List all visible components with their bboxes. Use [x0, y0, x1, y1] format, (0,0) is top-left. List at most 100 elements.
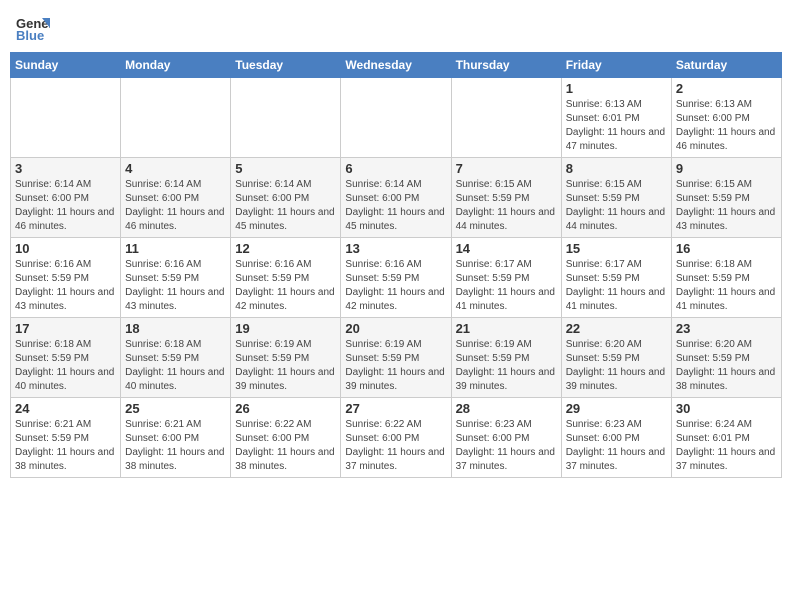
day-info: Sunrise: 6:14 AMSunset: 6:00 PMDaylight:…	[125, 178, 226, 234]
empty-cell	[341, 78, 451, 158]
day-cell-14: 14 Sunrise: 6:17 AMSunset: 5:59 PMDayligh…	[451, 238, 561, 318]
day-info: Sunrise: 6:17 AMSunset: 5:59 PMDaylight:…	[566, 258, 667, 314]
weekday-header-tuesday: Tuesday	[231, 53, 341, 78]
day-cell-23: 23 Sunrise: 6:20 AMSunset: 5:59 PMDayligh…	[671, 318, 781, 398]
day-info: Sunrise: 6:21 AMSunset: 6:00 PMDaylight:…	[125, 418, 226, 474]
empty-cell	[121, 78, 231, 158]
day-cell-26: 26Sunrise: 6:22 AMSunset: 6:00 PMDayligh…	[231, 398, 341, 478]
day-number: 12	[235, 241, 336, 256]
day-number: 23	[676, 321, 777, 336]
page-header: General Blue	[10, 10, 782, 46]
day-number: 25	[125, 401, 226, 416]
calendar-table: SundayMondayTuesdayWednesdayThursdayFrid…	[10, 52, 782, 478]
day-info: Sunrise: 6:22 AMSunset: 6:00 PMDaylight:…	[345, 418, 446, 474]
day-number: 9	[676, 161, 777, 176]
day-cell-15: 15 Sunrise: 6:17 AMSunset: 5:59 PMDayligh…	[561, 238, 671, 318]
day-cell-17: 17 Sunrise: 6:18 AMSunset: 5:59 PMDayligh…	[11, 318, 121, 398]
week-row-5: 24 Sunrise: 6:21 AMSunset: 5:59 PMDayligh…	[11, 398, 782, 478]
day-number: 15	[566, 241, 667, 256]
day-cell-27: 27 Sunrise: 6:22 AMSunset: 6:00 PMDayligh…	[341, 398, 451, 478]
day-cell-18: 18 Sunrise: 6:18 AMSunset: 5:59 PMDayligh…	[121, 318, 231, 398]
day-info: Sunrise: 6:20 AMSunset: 5:59 PMDaylight:…	[676, 338, 777, 394]
day-number: 6	[345, 161, 446, 176]
day-number: 7	[456, 161, 557, 176]
day-cell-13: 13Sunrise: 6:16 AMSunset: 5:59 PMDayligh…	[341, 238, 451, 318]
day-cell-4: 4 Sunrise: 6:14 AMSunset: 6:00 PMDaylight…	[121, 158, 231, 238]
day-number: 26	[235, 401, 336, 416]
day-number: 11	[125, 241, 226, 256]
day-info: Sunrise: 6:19 AMSunset: 5:59 PMDaylight:…	[345, 338, 446, 394]
weekday-header-saturday: Saturday	[671, 53, 781, 78]
day-number: 20	[345, 321, 446, 336]
week-row-3: 10 Sunrise: 6:16 AMSunset: 5:59 PMDayligh…	[11, 238, 782, 318]
day-number: 17	[15, 321, 116, 336]
day-number: 27	[345, 401, 446, 416]
day-number: 18	[125, 321, 226, 336]
day-cell-21: 21Sunrise: 6:19 AMSunset: 5:59 PMDayligh…	[451, 318, 561, 398]
day-info: Sunrise: 6:15 AMSunset: 5:59 PMDaylight:…	[566, 178, 667, 234]
day-number: 22	[566, 321, 667, 336]
day-number: 19	[235, 321, 336, 336]
day-cell-11: 11 Sunrise: 6:16 AMSunset: 5:59 PMDayligh…	[121, 238, 231, 318]
day-info: Sunrise: 6:16 AMSunset: 5:59 PMDaylight:…	[235, 258, 336, 314]
day-info: Sunrise: 6:19 AMSunset: 5:59 PMDaylight:…	[456, 338, 557, 394]
day-cell-20: 20 Sunrise: 6:19 AMSunset: 5:59 PMDayligh…	[341, 318, 451, 398]
week-row-2: 3 Sunrise: 6:14 AMSunset: 6:00 PMDaylight…	[11, 158, 782, 238]
day-cell-16: 16 Sunrise: 6:18 AMSunset: 5:59 PMDayligh…	[671, 238, 781, 318]
day-number: 28	[456, 401, 557, 416]
day-info: Sunrise: 6:13 AMSunset: 6:00 PMDaylight:…	[676, 98, 777, 154]
day-info: Sunrise: 6:18 AMSunset: 5:59 PMDaylight:…	[125, 338, 226, 394]
day-info: Sunrise: 6:14 AMSunset: 6:00 PMDaylight:…	[235, 178, 336, 234]
day-number: 1	[566, 81, 667, 96]
day-cell-7: 7 Sunrise: 6:15 AMSunset: 5:59 PMDaylight…	[451, 158, 561, 238]
empty-cell	[451, 78, 561, 158]
day-cell-30: 30Sunrise: 6:24 AMSunset: 6:01 PMDayligh…	[671, 398, 781, 478]
logo: General Blue	[14, 10, 50, 46]
day-number: 29	[566, 401, 667, 416]
day-number: 2	[676, 81, 777, 96]
day-info: Sunrise: 6:15 AMSunset: 5:59 PMDaylight:…	[676, 178, 777, 234]
day-cell-5: 5 Sunrise: 6:14 AMSunset: 6:00 PMDaylight…	[231, 158, 341, 238]
day-number: 16	[676, 241, 777, 256]
day-info: Sunrise: 6:19 AMSunset: 5:59 PMDaylight:…	[235, 338, 336, 394]
day-info: Sunrise: 6:21 AMSunset: 5:59 PMDaylight:…	[15, 418, 116, 474]
day-info: Sunrise: 6:13 AMSunset: 6:01 PMDaylight:…	[566, 98, 667, 154]
day-cell-3: 3 Sunrise: 6:14 AMSunset: 6:00 PMDaylight…	[11, 158, 121, 238]
day-number: 4	[125, 161, 226, 176]
day-number: 24	[15, 401, 116, 416]
day-number: 10	[15, 241, 116, 256]
day-info: Sunrise: 6:14 AMSunset: 6:00 PMDaylight:…	[345, 178, 446, 234]
day-info: Sunrise: 6:15 AMSunset: 5:59 PMDaylight:…	[456, 178, 557, 234]
day-info: Sunrise: 6:17 AMSunset: 5:59 PMDaylight:…	[456, 258, 557, 314]
day-info: Sunrise: 6:16 AMSunset: 5:59 PMDaylight:…	[125, 258, 226, 314]
day-cell-1: 1 Sunrise: 6:13 AMSunset: 6:01 PMDaylight…	[561, 78, 671, 158]
day-cell-28: 28 Sunrise: 6:23 AMSunset: 6:00 PMDayligh…	[451, 398, 561, 478]
day-cell-12: 12 Sunrise: 6:16 AMSunset: 5:59 PMDayligh…	[231, 238, 341, 318]
day-cell-29: 29Sunrise: 6:23 AMSunset: 6:00 PMDayligh…	[561, 398, 671, 478]
day-cell-24: 24 Sunrise: 6:21 AMSunset: 5:59 PMDayligh…	[11, 398, 121, 478]
day-number: 8	[566, 161, 667, 176]
day-info: Sunrise: 6:24 AMSunset: 6:01 PMDaylight:…	[676, 418, 777, 474]
weekday-header-thursday: Thursday	[451, 53, 561, 78]
empty-cell	[11, 78, 121, 158]
day-info: Sunrise: 6:16 AMSunset: 5:59 PMDaylight:…	[15, 258, 116, 314]
day-info: Sunrise: 6:18 AMSunset: 5:59 PMDaylight:…	[676, 258, 777, 314]
day-info: Sunrise: 6:16 AMSunset: 5:59 PMDaylight:…	[345, 258, 446, 314]
day-number: 3	[15, 161, 116, 176]
weekday-header-row: SundayMondayTuesdayWednesdayThursdayFrid…	[11, 53, 782, 78]
day-number: 14	[456, 241, 557, 256]
day-cell-2: 2 Sunrise: 6:13 AMSunset: 6:00 PMDaylight…	[671, 78, 781, 158]
day-info: Sunrise: 6:20 AMSunset: 5:59 PMDaylight:…	[566, 338, 667, 394]
day-cell-6: 6 Sunrise: 6:14 AMSunset: 6:00 PMDaylight…	[341, 158, 451, 238]
weekday-header-monday: Monday	[121, 53, 231, 78]
day-number: 5	[235, 161, 336, 176]
day-info: Sunrise: 6:23 AMSunset: 6:00 PMDaylight:…	[456, 418, 557, 474]
day-cell-9: 9 Sunrise: 6:15 AMSunset: 5:59 PMDaylight…	[671, 158, 781, 238]
empty-cell	[231, 78, 341, 158]
day-info: Sunrise: 6:14 AMSunset: 6:00 PMDaylight:…	[15, 178, 116, 234]
day-info: Sunrise: 6:18 AMSunset: 5:59 PMDaylight:…	[15, 338, 116, 394]
weekday-header-sunday: Sunday	[11, 53, 121, 78]
day-cell-8: 8 Sunrise: 6:15 AMSunset: 5:59 PMDaylight…	[561, 158, 671, 238]
logo-icon: General Blue	[14, 10, 50, 46]
day-cell-22: 22 Sunrise: 6:20 AMSunset: 5:59 PMDayligh…	[561, 318, 671, 398]
